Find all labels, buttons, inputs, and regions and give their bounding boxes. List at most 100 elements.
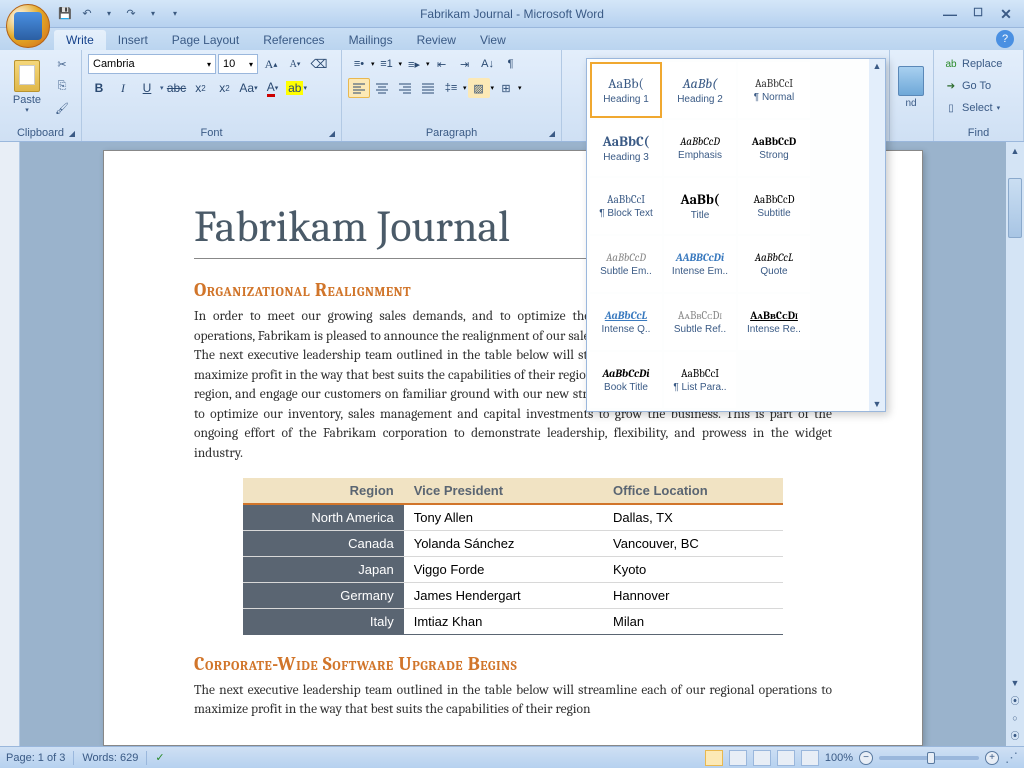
style-intense-em-[interactable]: AABBCcDiIntense Em.. bbox=[664, 236, 736, 292]
show-marks-button[interactable]: ¶ bbox=[500, 54, 522, 74]
tab-view[interactable]: View bbox=[468, 30, 518, 50]
superscript-button[interactable]: x2 bbox=[214, 78, 236, 98]
increase-indent-button[interactable]: ⇥ bbox=[454, 54, 476, 74]
qat-customize-icon[interactable]: ▾ bbox=[166, 5, 184, 23]
tab-review[interactable]: Review bbox=[405, 30, 468, 50]
browse-object-icon[interactable]: ○ bbox=[1010, 711, 1019, 725]
style--normal[interactable]: AaBbCcI¶ Normal bbox=[738, 62, 810, 118]
copy-icon[interactable]: ⎘ bbox=[52, 76, 72, 96]
maximize-button[interactable]: ☐ bbox=[970, 6, 986, 22]
bullets-button[interactable]: ≡• bbox=[348, 54, 370, 74]
style-emphasis[interactable]: AaBbCcDEmphasis bbox=[664, 120, 736, 176]
redo-dropdown-icon[interactable]: ▾ bbox=[144, 5, 162, 23]
zoom-slider-thumb[interactable] bbox=[927, 752, 935, 764]
full-screen-view-button[interactable] bbox=[729, 750, 747, 766]
vertical-scrollbar[interactable]: ▲ ▼ ⦿ ○ ⦿ bbox=[1006, 142, 1024, 746]
paragraph-dialog-launcher[interactable]: ◢ bbox=[546, 127, 558, 139]
close-button[interactable]: ✕ bbox=[998, 6, 1014, 22]
style-strong[interactable]: AaBbCcDStrong bbox=[738, 120, 810, 176]
change-styles-button[interactable]: nd bbox=[892, 54, 930, 120]
style-heading-1[interactable]: AaBb(Heading 1 bbox=[590, 62, 662, 118]
goto-icon: ➔ bbox=[944, 79, 958, 93]
prev-page-icon[interactable]: ⦿ bbox=[1008, 692, 1021, 709]
scroll-down-icon[interactable]: ▼ bbox=[1009, 676, 1022, 690]
style-heading-2[interactable]: AaBb(Heading 2 bbox=[664, 62, 736, 118]
tab-references[interactable]: References bbox=[251, 30, 336, 50]
font-color-button[interactable]: A▾ bbox=[262, 78, 284, 98]
next-page-icon[interactable]: ⦿ bbox=[1008, 727, 1021, 744]
style-intense-re-[interactable]: AᴀBʙCᴄDiIntense Re.. bbox=[738, 294, 810, 350]
status-proofing-icon[interactable]: ✓ bbox=[155, 751, 164, 764]
zoom-level[interactable]: 100% bbox=[825, 752, 853, 764]
scroll-up-icon[interactable]: ▲ bbox=[1009, 144, 1022, 158]
justify-button[interactable] bbox=[417, 78, 439, 98]
office-button[interactable] bbox=[6, 4, 50, 48]
vertical-ruler[interactable] bbox=[0, 142, 20, 746]
shrink-font-icon[interactable]: A▾ bbox=[284, 54, 306, 74]
underline-button[interactable]: U bbox=[136, 78, 158, 98]
save-icon[interactable]: 💾 bbox=[56, 5, 74, 23]
strikethrough-button[interactable]: abc bbox=[166, 78, 188, 98]
sort-button[interactable]: A↓ bbox=[477, 54, 499, 74]
borders-button[interactable]: ⊞ bbox=[495, 78, 517, 98]
redo-icon[interactable]: ↷ bbox=[122, 5, 140, 23]
style--block-text[interactable]: AaBbCcI¶ Block Text bbox=[590, 178, 662, 234]
replace-button[interactable]: ab Replace bbox=[940, 54, 1006, 74]
style-quote[interactable]: AaBbCcLQuote bbox=[738, 236, 810, 292]
zoom-in-button[interactable]: + bbox=[985, 751, 999, 765]
shading-button[interactable]: ▨ bbox=[468, 78, 490, 98]
select-button[interactable]: ▯ Select ▾ bbox=[940, 98, 1006, 118]
goto-button[interactable]: ➔ Go To bbox=[940, 76, 1006, 96]
undo-dropdown-icon[interactable]: ▾ bbox=[100, 5, 118, 23]
highlight-button[interactable]: ab▾ bbox=[286, 78, 308, 98]
print-layout-view-button[interactable] bbox=[705, 750, 723, 766]
cut-icon[interactable]: ✂ bbox=[52, 54, 72, 74]
style-title[interactable]: AaBb(Title bbox=[664, 178, 736, 234]
status-page[interactable]: Page: 1 of 3 bbox=[6, 752, 65, 764]
align-left-button[interactable] bbox=[348, 78, 370, 98]
subscript-button[interactable]: x2 bbox=[190, 78, 212, 98]
status-words[interactable]: Words: 629 bbox=[82, 752, 138, 764]
clear-formatting-icon[interactable]: ⌫ bbox=[308, 54, 330, 74]
decrease-indent-button[interactable]: ⇤ bbox=[431, 54, 453, 74]
resize-grip-icon[interactable]: ⋰ bbox=[1005, 750, 1018, 766]
zoom-slider[interactable] bbox=[879, 756, 979, 760]
style-heading-3[interactable]: AaBbC(Heading 3 bbox=[590, 120, 662, 176]
undo-icon[interactable]: ↶ bbox=[78, 5, 96, 23]
italic-button[interactable]: I bbox=[112, 78, 134, 98]
paste-button[interactable]: Paste ▾ bbox=[6, 54, 48, 120]
line-spacing-button[interactable]: ‡≡ bbox=[440, 78, 462, 98]
style-intense-q-[interactable]: AaBbCcLIntense Q.. bbox=[590, 294, 662, 350]
multilevel-button[interactable]: ≡▸ bbox=[403, 54, 425, 74]
font-size-combo[interactable]: 10▾ bbox=[218, 54, 258, 74]
style-preview: AᴀBʙCᴄDi bbox=[678, 309, 722, 322]
tab-page-layout[interactable]: Page Layout bbox=[160, 30, 251, 50]
tab-write[interactable]: Write bbox=[54, 30, 106, 50]
font-name-combo[interactable]: Cambria▾ bbox=[88, 54, 216, 74]
style--list-para-[interactable]: AaBbCcI¶ List Para.. bbox=[664, 352, 736, 408]
minimize-button[interactable]: — bbox=[942, 6, 958, 22]
zoom-out-button[interactable]: − bbox=[859, 751, 873, 765]
format-painter-icon[interactable]: 🖌 bbox=[52, 98, 72, 118]
grow-font-icon[interactable]: A▴ bbox=[260, 54, 282, 74]
style-book-title[interactable]: AaBbCcDiBook Title bbox=[590, 352, 662, 408]
styles-scroll-up-icon[interactable]: ▲ bbox=[873, 61, 882, 71]
style-subtle-em-[interactable]: AaBbCcDSubtle Em.. bbox=[590, 236, 662, 292]
bold-button[interactable]: B bbox=[88, 78, 110, 98]
style-subtle-ref-[interactable]: AᴀBʙCᴄDiSubtle Ref.. bbox=[664, 294, 736, 350]
style-subtitle[interactable]: AaBbCcDSubtitle bbox=[738, 178, 810, 234]
web-layout-view-button[interactable] bbox=[753, 750, 771, 766]
styles-scroll-down-icon[interactable]: ▼ bbox=[873, 399, 882, 409]
font-dialog-launcher[interactable]: ◢ bbox=[326, 127, 338, 139]
tab-mailings[interactable]: Mailings bbox=[337, 30, 405, 50]
align-right-button[interactable] bbox=[394, 78, 416, 98]
help-button[interactable]: ? bbox=[996, 30, 1014, 48]
draft-view-button[interactable] bbox=[801, 750, 819, 766]
tab-insert[interactable]: Insert bbox=[106, 30, 160, 50]
align-center-button[interactable] bbox=[371, 78, 393, 98]
outline-view-button[interactable] bbox=[777, 750, 795, 766]
scroll-thumb[interactable] bbox=[1008, 178, 1022, 238]
clipboard-dialog-launcher[interactable]: ◢ bbox=[66, 127, 78, 139]
change-case-button[interactable]: Aa▾ bbox=[238, 78, 260, 98]
numbering-button[interactable]: ≡1 bbox=[376, 54, 398, 74]
